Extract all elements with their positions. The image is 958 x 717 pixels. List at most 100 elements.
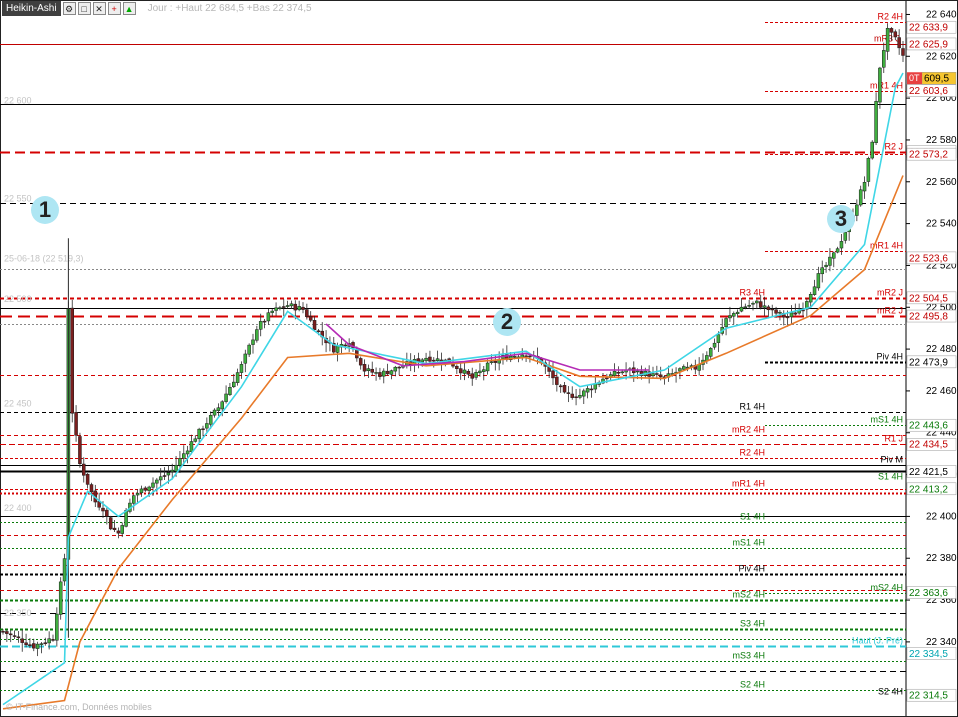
red-plus-icon[interactable]: + bbox=[107, 2, 121, 15]
candle-body bbox=[297, 306, 301, 311]
candle-body bbox=[393, 366, 398, 372]
candle-body bbox=[47, 638, 51, 644]
candle-body bbox=[893, 31, 898, 38]
candle-body bbox=[512, 355, 517, 358]
svg-text:22 504,5: 22 504,5 bbox=[909, 293, 948, 304]
plot-background bbox=[0, 0, 958, 717]
candle-body bbox=[716, 334, 721, 343]
candle-body bbox=[874, 101, 878, 144]
candle-body bbox=[370, 368, 374, 373]
candle-body bbox=[758, 301, 763, 308]
candle-body bbox=[428, 356, 432, 362]
price-label: 22 504,5 bbox=[906, 291, 957, 304]
candle-body bbox=[751, 302, 755, 305]
candlestick-chart[interactable]: R2 4HmR3 JmR1 4HR2 JmR1 4HR3 4HmR2 JmR2 … bbox=[0, 0, 958, 717]
candle-body bbox=[558, 385, 563, 388]
svg-text:22 625,9: 22 625,9 bbox=[909, 39, 948, 50]
window-icon[interactable]: □ bbox=[77, 2, 91, 15]
candle-body bbox=[158, 476, 163, 481]
y-tick-label: 22 540 bbox=[926, 219, 957, 230]
candle-body bbox=[774, 309, 778, 314]
candle-body bbox=[755, 300, 759, 304]
candle-body bbox=[343, 344, 348, 347]
level-label: mR2 4H bbox=[732, 425, 765, 435]
candle-body bbox=[901, 48, 905, 56]
candle-body bbox=[366, 368, 371, 371]
candle-body bbox=[455, 365, 459, 370]
day-high-low-info: Jour : +Haut 22 684,5 +Bas 22 374,5 bbox=[147, 3, 312, 14]
candle-body bbox=[197, 428, 201, 440]
chart-title[interactable]: Heikin-Ashi bbox=[2, 1, 61, 16]
candle-body bbox=[866, 158, 871, 182]
candle-body bbox=[5, 631, 9, 634]
candle-body bbox=[832, 252, 836, 259]
candle-body bbox=[120, 525, 124, 534]
candle-body bbox=[105, 509, 109, 517]
candle-body bbox=[712, 342, 717, 348]
price-label: 22 603,6 bbox=[906, 84, 957, 97]
candle-body bbox=[658, 374, 663, 378]
candle-body bbox=[432, 359, 436, 362]
candle-body bbox=[258, 321, 263, 330]
candle-body bbox=[178, 458, 182, 466]
candle-body bbox=[235, 372, 240, 383]
candle-body bbox=[43, 642, 48, 644]
candle-body bbox=[239, 364, 244, 373]
candle-body bbox=[185, 450, 190, 455]
candle-body bbox=[485, 362, 490, 372]
candle-body bbox=[424, 357, 428, 362]
candle-body bbox=[293, 303, 298, 311]
candle-body bbox=[358, 358, 363, 366]
candle-body bbox=[255, 329, 259, 341]
candle-body bbox=[74, 412, 78, 436]
candle-body bbox=[728, 315, 732, 319]
level-label: Haut (J. Pré) bbox=[852, 636, 903, 646]
candle-body bbox=[612, 370, 617, 376]
wrench-icon[interactable]: ⚙ bbox=[62, 2, 76, 15]
candle-body bbox=[220, 401, 224, 410]
left-annotation: 22 550 bbox=[4, 194, 32, 204]
candle-body bbox=[308, 316, 313, 321]
level-label: mS3 4H bbox=[732, 651, 765, 661]
candle-body bbox=[747, 305, 751, 307]
close-icon[interactable]: ✕ bbox=[92, 2, 106, 15]
candle-body bbox=[793, 312, 798, 315]
candle-body bbox=[462, 369, 467, 374]
svg-text:22 633,9: 22 633,9 bbox=[909, 23, 948, 34]
candle-body bbox=[16, 636, 21, 639]
candle-body bbox=[808, 294, 813, 303]
candle-body bbox=[882, 50, 886, 68]
candle-body bbox=[8, 633, 13, 636]
y-tick-label: 22 580 bbox=[926, 135, 957, 146]
candle-body bbox=[270, 310, 274, 313]
candle-body bbox=[228, 387, 232, 395]
candle-body bbox=[55, 613, 59, 641]
candle-body bbox=[870, 141, 874, 159]
green-up-icon[interactable]: ▲ bbox=[122, 2, 136, 15]
candle-body bbox=[708, 348, 713, 357]
candle-body bbox=[205, 423, 209, 429]
candle-body bbox=[82, 463, 86, 476]
candle-body bbox=[12, 635, 17, 637]
candle-body bbox=[855, 204, 859, 216]
candle-body bbox=[435, 358, 440, 361]
level-label: R2 J bbox=[884, 142, 903, 152]
chart-toolbar: Heikin-Ashi ⚙ □ ✕ + ▲ Jour : +Haut 22 68… bbox=[0, 0, 312, 17]
candle-body bbox=[24, 642, 28, 646]
candle-body bbox=[312, 320, 317, 330]
wave-marker-3: 3 bbox=[827, 205, 855, 233]
level-label: S2 4H bbox=[740, 680, 765, 690]
y-tick-label: 22 480 bbox=[926, 344, 957, 355]
candle-body bbox=[812, 286, 817, 295]
candle-body bbox=[678, 368, 682, 372]
candle-body bbox=[170, 469, 174, 472]
level-label: R1 J bbox=[884, 434, 903, 444]
candle-body bbox=[524, 355, 528, 358]
price-label: 22 443,6 bbox=[906, 418, 957, 432]
candle-body bbox=[166, 472, 171, 476]
candle-body bbox=[189, 441, 194, 453]
wave-marker-2: 2 bbox=[493, 308, 521, 336]
candle-body bbox=[743, 306, 748, 308]
candle-body bbox=[51, 639, 55, 641]
price-label: 22 421,5 bbox=[906, 465, 957, 478]
